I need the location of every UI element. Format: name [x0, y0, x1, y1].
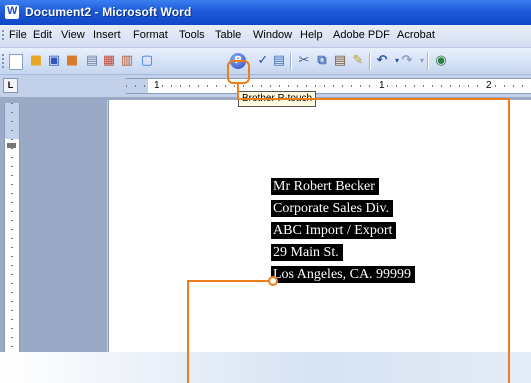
- toolbar-separator: [290, 53, 291, 70]
- hyperlink-icon[interactable]: ◉: [433, 53, 449, 69]
- save-icon[interactable]: ▣: [46, 53, 62, 69]
- address-line: Mr Robert Becker: [271, 175, 415, 196]
- callout-anchor-dot: [268, 276, 278, 286]
- menu-grip[interactable]: [2, 30, 4, 42]
- selected-address-block[interactable]: Mr Robert Becker Corporate Sales Div. AB…: [271, 175, 416, 285]
- tab-selector[interactable]: L: [3, 78, 18, 93]
- spelling-icon[interactable]: ✓: [255, 53, 271, 69]
- vertical-ruler-marker: [7, 143, 16, 148]
- menu-acrobat[interactable]: Acrobat: [397, 29, 435, 41]
- ruler-number: 1: [153, 80, 161, 91]
- toolbar-separator: [427, 53, 428, 70]
- callout-vertical-right: [508, 98, 510, 383]
- menu-table[interactable]: Table: [215, 29, 241, 41]
- new-doc-icon[interactable]: [9, 54, 23, 70]
- toolbar-separator: [369, 53, 370, 70]
- word-window: Document2 - Microsoft Word File Edit Vie…: [0, 0, 531, 352]
- format-painter-icon[interactable]: ✎: [350, 53, 366, 69]
- horizontal-ruler[interactable]: 1 1 2: [126, 78, 531, 94]
- permission-icon[interactable]: ■: [64, 53, 80, 69]
- menu-edit[interactable]: Edit: [33, 29, 52, 41]
- menu-insert[interactable]: Insert: [93, 29, 121, 41]
- ruler-number: 1: [378, 80, 386, 91]
- ruler-ticks: [126, 85, 531, 87]
- menu-format[interactable]: Format: [133, 29, 168, 41]
- page-footer-band: [0, 352, 531, 383]
- menu-bar: File Edit View Insert Format Tools Table…: [0, 25, 531, 48]
- menu-adobe-pdf[interactable]: Adobe PDF: [333, 29, 390, 41]
- menu-window[interactable]: Window: [253, 29, 292, 41]
- address-line: Corporate Sales Div.: [271, 197, 415, 218]
- toolbar-grip[interactable]: [2, 54, 4, 68]
- redo-icon[interactable]: ↷: [399, 53, 415, 69]
- open-icon[interactable]: ■: [28, 53, 44, 69]
- vertical-ruler-ticks: [11, 103, 13, 352]
- vertical-ruler[interactable]: [4, 103, 20, 352]
- research-book-icon[interactable]: ▤: [271, 53, 287, 69]
- address-line: 29 Main St.: [271, 241, 415, 262]
- copy-icon[interactable]: ⧉: [314, 53, 330, 69]
- callout-vertical-top: [237, 84, 239, 98]
- address-line: Los Angeles, CA. 99999: [271, 263, 416, 284]
- cut-icon[interactable]: ✂: [296, 53, 312, 69]
- window-title: Document2 - Microsoft Word: [25, 5, 192, 19]
- callout-vertical-left: [187, 280, 189, 383]
- callout-horizontal-top: [237, 98, 510, 100]
- menu-tools[interactable]: Tools: [179, 29, 205, 41]
- print-icon[interactable]: ▤: [84, 53, 100, 69]
- research-icon[interactable]: ▥: [119, 53, 135, 69]
- title-bar: Document2 - Microsoft Word: [0, 0, 531, 25]
- menu-view[interactable]: View: [61, 29, 85, 41]
- callout-horizontal-bottom: [187, 280, 270, 282]
- word-app-icon[interactable]: [5, 5, 19, 19]
- callout-highlight-ring: [227, 60, 250, 84]
- menu-help[interactable]: Help: [300, 29, 323, 41]
- print-preview-icon[interactable]: ▦: [101, 53, 117, 69]
- document-map-icon[interactable]: ▢: [139, 53, 155, 69]
- paste-icon[interactable]: ▤: [332, 53, 348, 69]
- menu-file[interactable]: File: [9, 29, 27, 41]
- ruler-number: 2: [485, 80, 493, 91]
- address-line: ABC Import / Export: [271, 219, 415, 240]
- undo-icon[interactable]: ↶: [374, 53, 390, 69]
- standard-toolbar: ■ ▣ ■ ▤ ▦ ▥ ▢ P ✓ ▤ ✂ ⧉ ▤ ✎ ↶ ▾ ↷ ▾ ◉: [0, 48, 531, 75]
